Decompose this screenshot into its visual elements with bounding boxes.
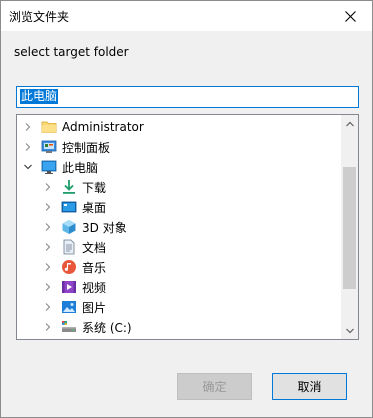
music-icon: [61, 259, 77, 275]
documents-icon: [61, 239, 77, 255]
browse-folder-dialog: 浏览文件夹 select target folder 此电脑 Administr…: [0, 0, 373, 418]
cancel-button[interactable]: 取消: [272, 373, 347, 400]
scroll-down-button[interactable]: [341, 322, 358, 339]
chevron-right-icon[interactable]: [43, 222, 53, 232]
download-icon: [61, 179, 77, 195]
chevron-right-icon[interactable]: [43, 282, 53, 292]
chevron-right-icon[interactable]: [43, 242, 53, 252]
chevron-right-icon[interactable]: [43, 182, 53, 192]
chevron-right-icon[interactable]: [23, 142, 33, 152]
folder-tree[interactable]: Administrator 控制面板此电脑下载桌面 3D 对象文档音乐视频图片系统 …: [16, 114, 359, 340]
desktop-icon: [61, 199, 77, 215]
chevron-right-icon[interactable]: [43, 262, 53, 272]
close-button[interactable]: [328, 1, 372, 31]
tree-item[interactable]: 此电脑: [17, 157, 337, 177]
folder-path-selected-text: 此电脑: [20, 89, 59, 104]
scrollbar-thumb[interactable]: [343, 167, 356, 289]
folder-path-input[interactable]: 此电脑: [16, 86, 359, 108]
tree-item[interactable]: 桌面: [17, 197, 337, 217]
chevron-down-icon[interactable]: [23, 162, 33, 172]
tree-item[interactable]: 音乐: [17, 257, 337, 277]
videos-icon: [61, 279, 77, 295]
chevron-right-icon[interactable]: [43, 302, 53, 312]
tree-item-label: 下载: [82, 180, 107, 195]
tree-item-label: 视频: [82, 280, 107, 295]
prompt-text: select target folder: [14, 45, 129, 59]
tree-item[interactable]: 下载: [17, 177, 337, 197]
vertical-scrollbar[interactable]: [341, 115, 358, 339]
tree-item[interactable]: 视频: [17, 277, 337, 297]
drive-icon: [61, 319, 77, 335]
tree-item-label: 此电脑: [62, 160, 99, 175]
3d-objects-icon: [61, 219, 77, 235]
tree-item-label: 系统 (C:): [82, 320, 132, 335]
pictures-icon: [61, 299, 77, 315]
chevron-right-icon[interactable]: [43, 322, 53, 332]
tree-item[interactable]: 系统 (C:): [17, 317, 337, 337]
chevron-up-icon: [345, 121, 354, 126]
chevron-right-icon[interactable]: [23, 122, 33, 132]
scroll-up-button[interactable]: [341, 115, 358, 132]
tree-item[interactable]: 文档: [17, 237, 337, 257]
tree-item-label: 音乐: [82, 260, 107, 275]
tree-item-label: 桌面: [82, 200, 107, 215]
chevron-down-icon: [345, 328, 354, 333]
tree-item-label: 图片: [82, 300, 107, 315]
window-title: 浏览文件夹: [9, 10, 70, 24]
close-icon: [344, 10, 356, 22]
tree-item[interactable]: Administrator: [17, 117, 337, 137]
tree-item[interactable]: 3D 对象: [17, 217, 337, 237]
control-panel-icon: [41, 139, 57, 155]
tree-item-label: 文档: [82, 240, 107, 255]
tree-item-label: Administrator: [62, 120, 144, 134]
tree-item[interactable]: 图片: [17, 297, 337, 317]
title-bar[interactable]: 浏览文件夹: [1, 1, 372, 31]
tree-item[interactable]: 控制面板: [17, 137, 337, 157]
tree-item-label: 控制面板: [62, 140, 111, 155]
tree-item-label: 3D 对象: [82, 220, 127, 235]
folder-icon: [41, 119, 57, 135]
ok-button[interactable]: 确定: [177, 373, 252, 400]
chevron-right-icon[interactable]: [43, 202, 53, 212]
this-pc-icon: [41, 159, 57, 175]
